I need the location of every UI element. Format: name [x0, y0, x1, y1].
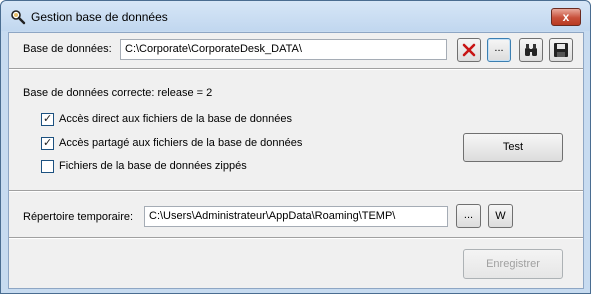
temp-directory-input[interactable]: C:\Users\Administrateur\AppData\Roaming\…	[144, 206, 448, 227]
database-label: Base de données:	[23, 43, 112, 55]
close-icon: x	[562, 10, 570, 24]
separator-top	[9, 68, 583, 70]
separator-bottom	[9, 237, 583, 239]
binoculars-icon	[525, 44, 537, 56]
test-button-label: Test	[502, 141, 524, 153]
option-shared-access-checkbox[interactable]: ✓	[41, 137, 54, 150]
browse-temp-button[interactable]: ...	[456, 204, 481, 228]
w-button[interactable]: W	[488, 204, 513, 228]
delete-x-icon	[462, 43, 476, 57]
checkmark-icon: ✓	[43, 113, 53, 125]
option-zipped-files-checkbox[interactable]	[41, 160, 54, 173]
database-path-input[interactable]: C:\Corporate\CorporateDesk_DATA\	[120, 39, 447, 60]
option-zipped-files-label[interactable]: Fichiers de la base de données zippés	[59, 160, 247, 172]
temp-directory-label: Répertoire temporaire:	[23, 211, 134, 223]
window-title: Gestion base de données	[31, 10, 168, 24]
w-button-label: W	[495, 210, 506, 222]
close-button[interactable]: x	[551, 8, 581, 26]
dialog-window: Gestion base de données x Base de donnée…	[0, 0, 591, 294]
browse-label: ...	[494, 42, 504, 54]
clear-database-button[interactable]	[457, 38, 481, 62]
checkmark-icon: ✓	[43, 137, 53, 149]
magnifier-icon	[11, 10, 26, 25]
status-text: Base de données correcte: release = 2	[23, 87, 213, 99]
dialog-body: Base de données: C:\Corporate\CorporateD…	[8, 32, 584, 289]
test-button[interactable]: Test	[463, 133, 563, 162]
save-button-label: Enregistrer	[486, 258, 540, 270]
floppy-disk-icon	[554, 43, 568, 57]
title-bar[interactable]: Gestion base de données x	[1, 1, 590, 31]
search-database-button[interactable]	[519, 38, 543, 62]
separator-middle	[9, 190, 583, 192]
option-direct-access-checkbox[interactable]: ✓	[41, 113, 54, 126]
option-shared-access-label[interactable]: Accès partagé aux fichiers de la base de…	[59, 137, 302, 149]
save-database-button[interactable]	[549, 38, 573, 62]
browse-temp-label: ...	[463, 209, 474, 221]
save-button[interactable]: Enregistrer	[463, 249, 563, 279]
option-direct-access-label[interactable]: Accès direct aux fichiers de la base de …	[59, 113, 292, 125]
browse-database-button[interactable]: ...	[487, 38, 511, 62]
